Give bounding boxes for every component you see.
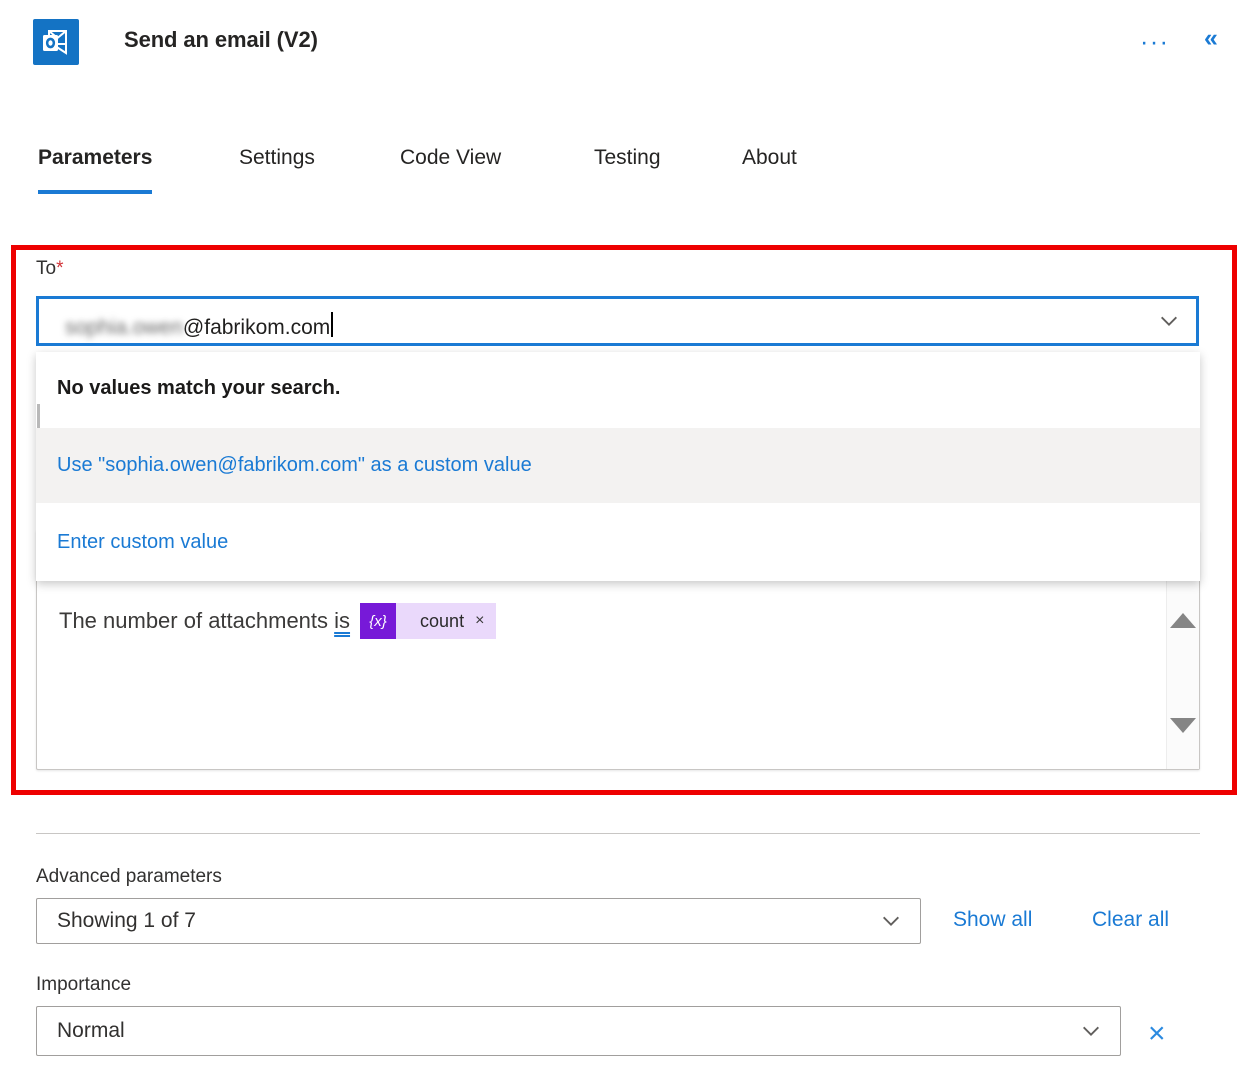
collapse-panel-icon[interactable]: «	[1204, 26, 1218, 51]
expression-icon: {x}	[360, 603, 397, 639]
triangle-up-icon[interactable]	[1170, 613, 1196, 628]
to-field-dropdown: No values match your search. Use "sophia…	[36, 352, 1200, 581]
advanced-parameters-select[interactable]: Showing 1 of 7	[36, 898, 921, 944]
editor-scrollbar[interactable]	[1166, 577, 1199, 769]
tab-settings[interactable]: Settings	[239, 146, 315, 180]
chevron-down-icon[interactable]	[880, 910, 902, 932]
triangle-down-icon[interactable]	[1170, 718, 1196, 733]
to-field-label: To*	[36, 258, 63, 280]
email-body-content[interactable]: The number of attachments is {x} count ×	[37, 577, 1165, 769]
page-title: Send an email (V2)	[124, 27, 318, 52]
importance-value: Normal	[57, 1019, 125, 1042]
chevron-down-icon[interactable]	[1158, 310, 1180, 332]
dropdown-option-custom-value[interactable]: Use "sophia.owen@fabrikom.com" as a cust…	[36, 428, 1200, 503]
tab-bar: Parameters Settings Code View Testing Ab…	[0, 146, 1252, 206]
tab-parameters[interactable]: Parameters	[38, 146, 153, 194]
importance-label: Importance	[36, 974, 132, 995]
tab-code-view[interactable]: Code View	[400, 146, 501, 180]
to-label-text: To	[36, 258, 57, 279]
to-value-visible-part: @fabrikom.com	[182, 316, 331, 339]
token-remove-icon[interactable]: ×	[475, 612, 484, 630]
advanced-parameters-value: Showing 1 of 7	[57, 909, 196, 932]
dynamic-content-token[interactable]: {x} count ×	[360, 603, 497, 639]
importance-select[interactable]: Normal	[36, 1006, 1121, 1056]
required-asterisk: *	[56, 258, 64, 279]
token-label: count	[420, 610, 465, 631]
to-input-value: sophia.owen @fabrikom.com	[65, 309, 334, 342]
connector-header: Send an email (V2) ··· «	[0, 0, 1252, 88]
body-text-before: The number of attachments	[59, 608, 335, 633]
body-paragraph: The number of attachments is {x} count ×	[59, 603, 1165, 639]
dropdown-option-enter-custom-value[interactable]: Enter custom value	[36, 503, 1200, 581]
token-body: count ×	[396, 603, 497, 639]
importance-clear-icon[interactable]: ×	[1148, 1019, 1166, 1049]
grammar-flagged-word: is	[334, 608, 351, 633]
body-static-text: The number of attachments is	[59, 608, 350, 634]
tab-about[interactable]: About	[742, 146, 797, 180]
tab-testing[interactable]: Testing	[594, 146, 661, 180]
dropdown-empty-message: No values match your search.	[57, 376, 341, 399]
more-options-icon[interactable]: ···	[1140, 30, 1169, 55]
outlook-icon	[33, 19, 79, 65]
chevron-down-icon[interactable]	[1080, 1020, 1102, 1042]
text-cursor	[331, 312, 334, 337]
section-divider	[36, 833, 1200, 834]
show-all-link[interactable]: Show all	[953, 908, 1032, 932]
to-value-redacted-part: sophia.owen	[65, 316, 183, 339]
advanced-parameters-label: Advanced parameters	[36, 866, 222, 887]
to-input[interactable]: sophia.owen @fabrikom.com	[36, 296, 1199, 346]
clear-all-link[interactable]: Clear all	[1092, 908, 1169, 932]
